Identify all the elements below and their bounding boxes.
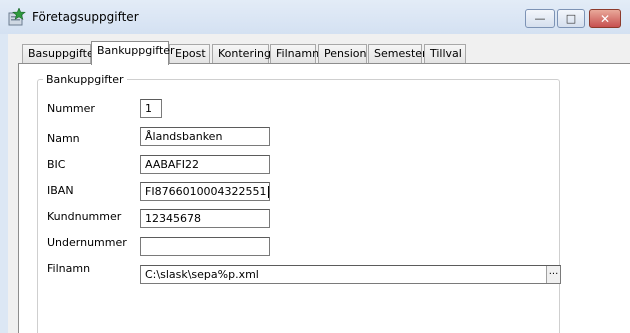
tab-label: Kontering xyxy=(218,47,271,60)
tab-label: Basuppgifter xyxy=(28,47,99,60)
tab-semester[interactable]: Semester xyxy=(368,44,427,63)
bic-label: BIC xyxy=(47,158,66,171)
iban-label: IBAN xyxy=(47,184,74,197)
text-caret xyxy=(267,186,269,198)
nummer-field[interactable]: 1 xyxy=(140,99,162,118)
maximize-button[interactable]: □ xyxy=(557,9,585,28)
tab-label: Epost xyxy=(175,47,206,60)
close-icon: ✕ xyxy=(599,11,611,26)
filnamn-field[interactable]: C:\slask\sepa%p.xml xyxy=(140,265,561,284)
iban-field[interactable]: FI8766010004322551 xyxy=(140,182,270,201)
tab-label: Filnamn xyxy=(276,47,320,60)
iban-value: FI8766010004322551 xyxy=(145,185,267,198)
undernummer-field[interactable] xyxy=(140,237,270,256)
tab-label: Pension xyxy=(324,47,367,60)
namn-label: Namn xyxy=(47,132,80,145)
tab-epost[interactable]: Epost xyxy=(169,44,210,63)
groupbox-title: Bankuppgifter xyxy=(43,73,127,86)
maximize-icon: □ xyxy=(565,12,577,25)
window-title: Företagsuppgifter xyxy=(32,10,139,24)
tab-basuppgifter[interactable]: Basuppgifter xyxy=(22,44,98,63)
kundnummer-field[interactable]: 12345678 xyxy=(140,209,270,228)
tab-label: Tillval xyxy=(430,47,462,60)
namn-field[interactable]: Ålandsbanken xyxy=(140,127,270,146)
nummer-label: Nummer xyxy=(47,102,95,115)
bic-field[interactable]: AABAFI22 xyxy=(140,155,270,174)
filnamn-label: Filnamn xyxy=(47,262,91,275)
tab-tillval[interactable]: Tillval xyxy=(424,44,466,63)
tab-kontering[interactable]: Kontering xyxy=(212,44,271,63)
minimize-icon: — xyxy=(534,12,546,25)
bank-groupbox xyxy=(37,79,560,333)
tab-pension[interactable]: Pension xyxy=(318,44,367,63)
app-star-icon xyxy=(8,8,26,26)
tab-bankuppgifter[interactable]: Bankuppgifter xyxy=(91,41,175,65)
undernummer-label: Undernummer xyxy=(47,236,127,249)
tab-label: Semester xyxy=(374,47,427,60)
kundnummer-label: Kundnummer xyxy=(47,210,122,223)
window: Företagsuppgifter — □ ✕ Basuppgifter Ban… xyxy=(0,0,630,333)
browse-button[interactable]: ... xyxy=(546,266,560,283)
tab-filnamn[interactable]: Filnamn xyxy=(270,44,320,63)
title-bar[interactable]: Företagsuppgifter — □ ✕ xyxy=(0,0,630,34)
close-button[interactable]: ✕ xyxy=(589,9,621,28)
minimize-button[interactable]: — xyxy=(525,9,555,28)
tab-label: Bankuppgifter xyxy=(97,44,175,57)
